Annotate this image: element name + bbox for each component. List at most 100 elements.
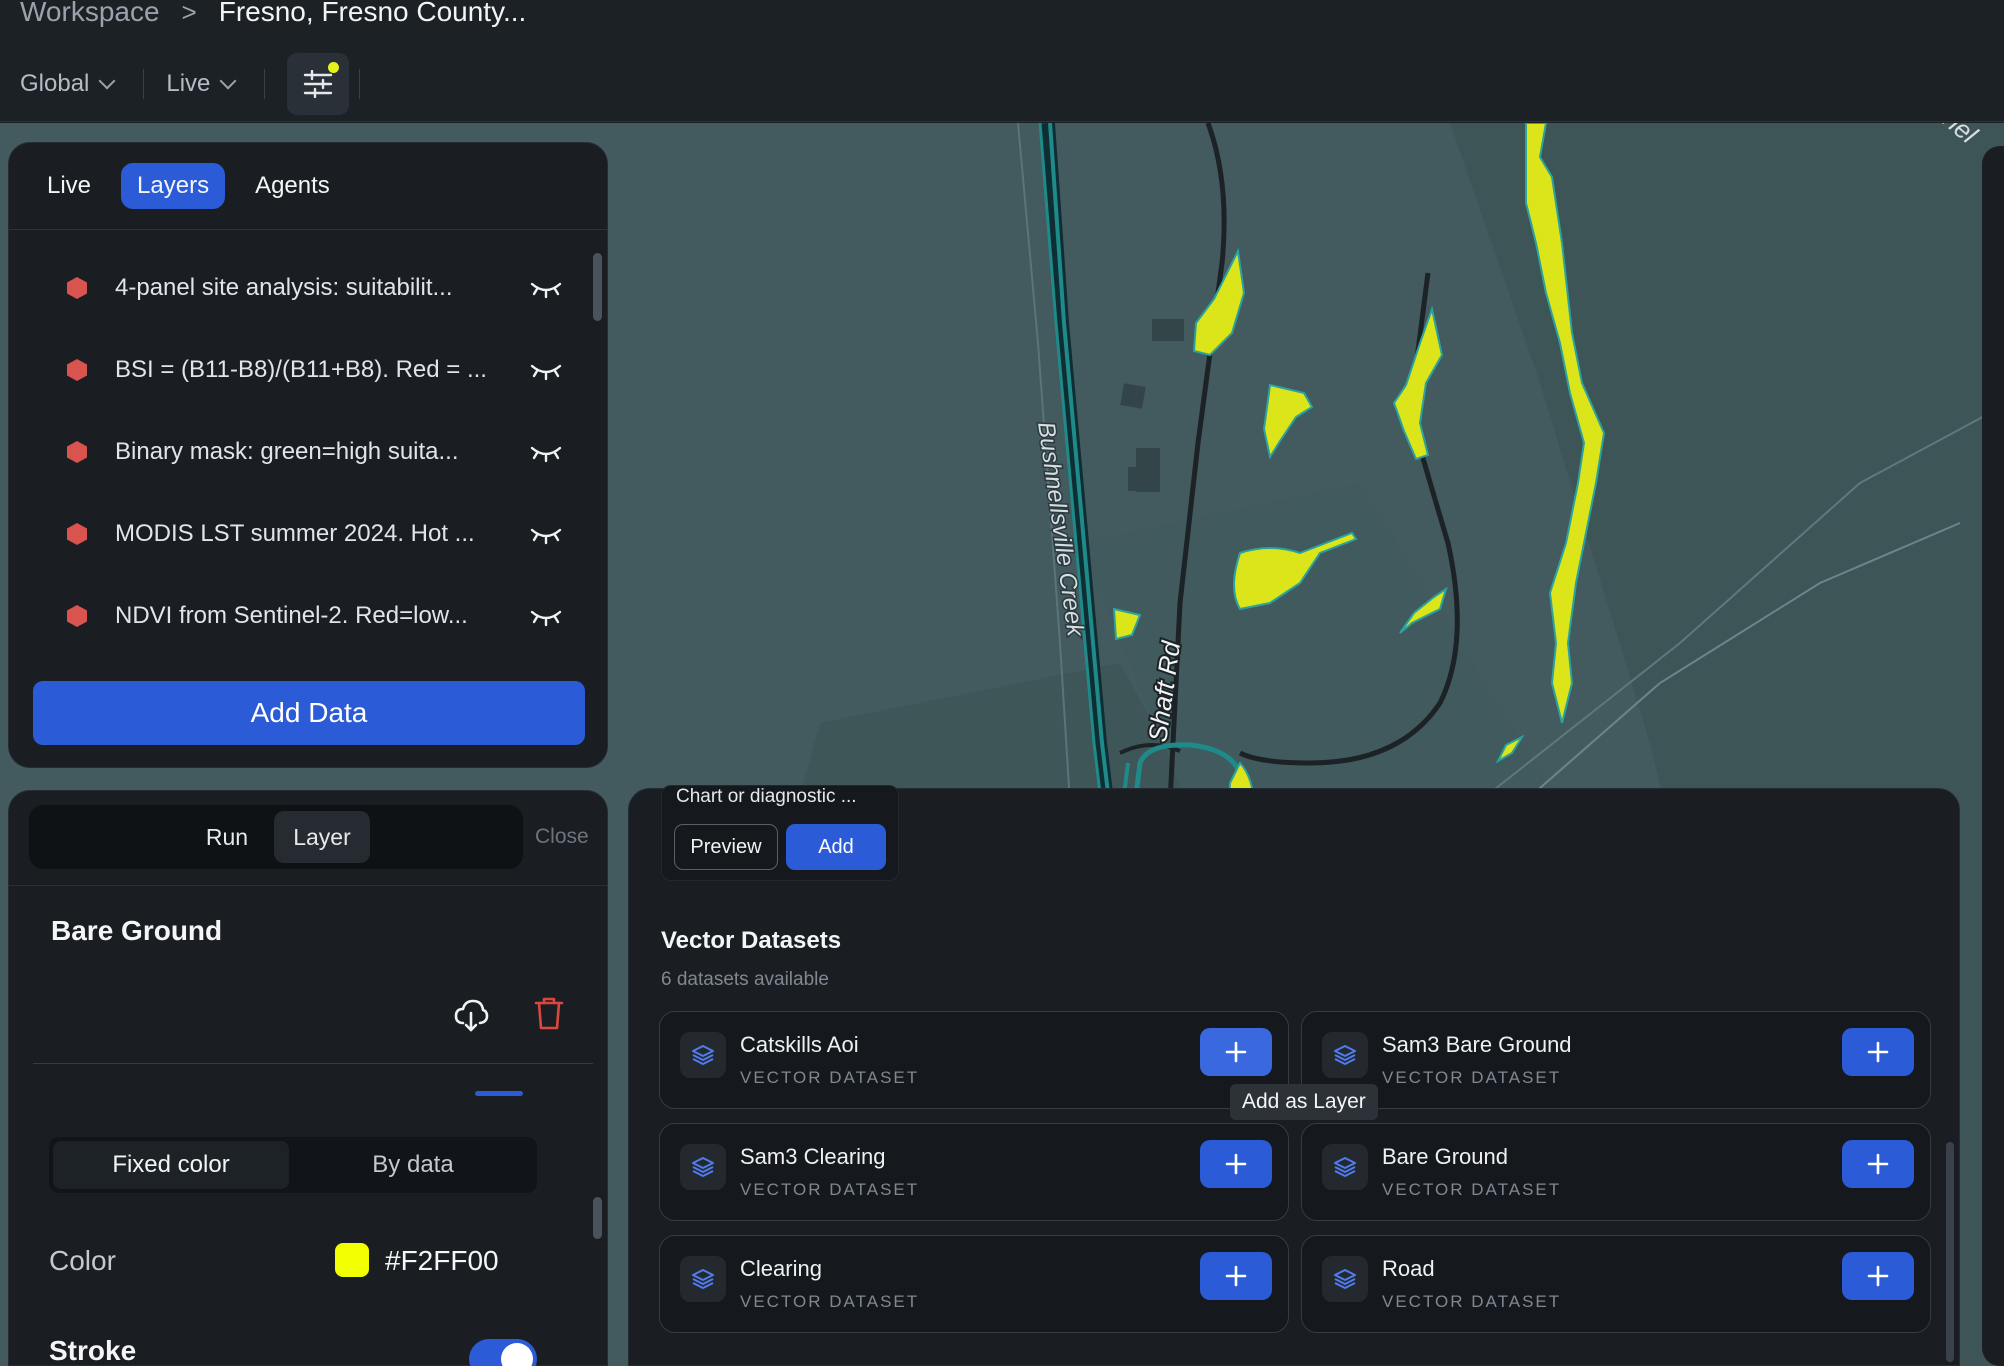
top-bar: Workspace > Fresno, Fresno County... Glo… <box>0 0 2004 122</box>
add-data-panel: Chart or diagnostic ... Preview Add Vect… <box>628 785 1960 1366</box>
eye-closed-icon[interactable] <box>529 276 563 300</box>
style-panel-scrollbar[interactable] <box>593 1197 602 1239</box>
layer-name: 4-panel site analysis: suitabilit... <box>115 274 453 301</box>
filter-settings-button[interactable] <box>287 53 350 115</box>
layer-row[interactable]: NDVI from Sentinel-2. Red=low... <box>9 575 607 657</box>
dataset-name: Road <box>1382 1256 1435 1281</box>
dataset-type: VECTOR DATASET <box>1382 1180 1562 1199</box>
color-swatch[interactable] <box>335 1243 369 1277</box>
section-divider <box>33 1063 593 1064</box>
breadcrumb: Workspace > Fresno, Fresno County... <box>20 0 526 30</box>
close-button[interactable]: Close <box>535 825 589 849</box>
breadcrumb-location[interactable]: Fresno, Fresno County... <box>219 0 527 28</box>
layer-hexagon-icon <box>67 441 87 463</box>
breadcrumb-workspace[interactable]: Workspace <box>20 0 160 28</box>
fixed-color-option[interactable]: Fixed color <box>53 1141 289 1189</box>
layers-icon <box>1322 1256 1368 1302</box>
vector-datasets-title: Vector Datasets <box>661 927 842 954</box>
run-option[interactable]: Run <box>189 811 265 863</box>
chevron-down-icon <box>219 72 237 90</box>
plus-icon <box>1867 1041 1889 1063</box>
layers-icon <box>1322 1032 1368 1078</box>
chart-result-card: Chart or diagnostic ... Preview Add <box>661 785 899 881</box>
dataset-name: Bare Ground <box>1382 1144 1508 1169</box>
tab-layers[interactable]: Layers <box>121 163 226 209</box>
add-layer-button[interactable] <box>1200 1140 1272 1188</box>
dataset-type: VECTOR DATASET <box>740 1292 920 1311</box>
tab-agents[interactable]: Agents <box>239 163 346 209</box>
slider-fragment <box>475 1091 523 1096</box>
add-layer-button[interactable] <box>1200 1028 1272 1076</box>
data-panel-scrollbar[interactable] <box>1946 1142 1954 1362</box>
dataset-card[interactable]: Road VECTOR DATASET <box>1301 1235 1931 1333</box>
right-side-panel-edge <box>1982 146 2004 1366</box>
dataset-type: VECTOR DATASET <box>740 1068 920 1087</box>
layer-row[interactable]: BSI = (B11-B8)/(B11+B8). Red = ... <box>9 329 607 411</box>
sliders-icon <box>304 70 333 98</box>
breadcrumb-separator: > <box>181 0 197 27</box>
add-layer-button[interactable] <box>1842 1252 1914 1300</box>
style-divider <box>9 885 607 886</box>
dataset-name: Sam3 Clearing <box>740 1144 886 1169</box>
vector-datasets-count: 6 datasets available <box>661 969 829 990</box>
layer-list-scrollbar[interactable] <box>593 253 602 321</box>
layer-name: Binary mask: green=high suita... <box>115 438 459 465</box>
eye-closed-icon[interactable] <box>529 358 563 382</box>
toolbar: Global Live <box>20 53 382 115</box>
toolbar-divider <box>359 69 361 99</box>
layer-name: MODIS LST summer 2024. Hot ... <box>115 520 475 547</box>
add-as-layer-tooltip: Add as Layer <box>1230 1084 1378 1120</box>
tab-live[interactable]: Live <box>31 163 107 209</box>
layer-hexagon-icon <box>67 605 87 627</box>
color-mode-toggle: Fixed color By data <box>49 1137 537 1193</box>
stroke-toggle[interactable] <box>469 1339 537 1366</box>
dataset-card[interactable]: Catskills Aoi VECTOR DATASET <box>659 1011 1289 1109</box>
scope-dropdown[interactable]: Global <box>20 70 131 98</box>
layers-icon <box>680 1256 726 1302</box>
dataset-card[interactable]: Bare Ground VECTOR DATASET <box>1301 1123 1931 1221</box>
dataset-card[interactable]: Sam3 Bare Ground VECTOR DATASET <box>1301 1011 1931 1109</box>
layer-hexagon-icon <box>67 277 87 299</box>
layer-row[interactable]: MODIS LST summer 2024. Hot ... <box>9 493 607 575</box>
add-layer-button[interactable] <box>1200 1252 1272 1300</box>
layer-title: Bare Ground <box>51 915 223 946</box>
plus-icon <box>1225 1265 1247 1287</box>
scope-dropdown-label: Global <box>20 70 90 97</box>
cloud-download-icon[interactable] <box>453 997 489 1033</box>
chevron-down-icon <box>98 72 116 90</box>
add-layer-button[interactable] <box>1842 1140 1914 1188</box>
color-hex-value[interactable]: #F2FF00 <box>385 1245 499 1277</box>
dataset-type: VECTOR DATASET <box>1382 1292 1562 1311</box>
chart-card-title: Chart or diagnostic ... <box>676 786 857 807</box>
mode-dropdown[interactable]: Live <box>166 70 252 98</box>
layer-hexagon-icon <box>67 359 87 381</box>
dataset-type: VECTOR DATASET <box>740 1180 920 1199</box>
by-data-option[interactable]: By data <box>293 1141 533 1189</box>
layer-row[interactable]: Binary mask: green=high suita... <box>9 411 607 493</box>
layer-style-panel: Run Layer Close Bare Ground Fixed color … <box>8 790 608 1366</box>
layer-option[interactable]: Layer <box>274 811 370 863</box>
plus-icon <box>1225 1041 1247 1063</box>
toolbar-divider <box>143 69 145 99</box>
preview-button[interactable]: Preview <box>674 824 778 870</box>
dataset-name: Clearing <box>740 1256 822 1281</box>
tabs-divider <box>9 229 607 230</box>
eye-closed-icon[interactable] <box>529 604 563 628</box>
add-data-button[interactable]: Add Data <box>33 681 585 745</box>
layer-list: 4-panel site analysis: suitabilit... BSI… <box>9 247 607 657</box>
layer-row[interactable]: 4-panel site analysis: suitabilit... <box>9 247 607 329</box>
panel-tabs: Live Layers Agents <box>31 163 346 209</box>
add-layer-button[interactable] <box>1842 1028 1914 1076</box>
color-label: Color <box>49 1245 116 1276</box>
toggle-knob <box>501 1343 533 1366</box>
dataset-name: Catskills Aoi <box>740 1032 859 1057</box>
dataset-card[interactable]: Clearing VECTOR DATASET <box>659 1235 1289 1333</box>
trash-icon[interactable] <box>533 995 565 1031</box>
add-button[interactable]: Add <box>786 824 886 870</box>
eye-closed-icon[interactable] <box>529 440 563 464</box>
dataset-card[interactable]: Sam3 Clearing VECTOR DATASET <box>659 1123 1289 1221</box>
layer-hexagon-icon <box>67 523 87 545</box>
eye-closed-icon[interactable] <box>529 522 563 546</box>
dataset-name: Sam3 Bare Ground <box>1382 1032 1572 1057</box>
stroke-label: Stroke <box>49 1335 137 1366</box>
